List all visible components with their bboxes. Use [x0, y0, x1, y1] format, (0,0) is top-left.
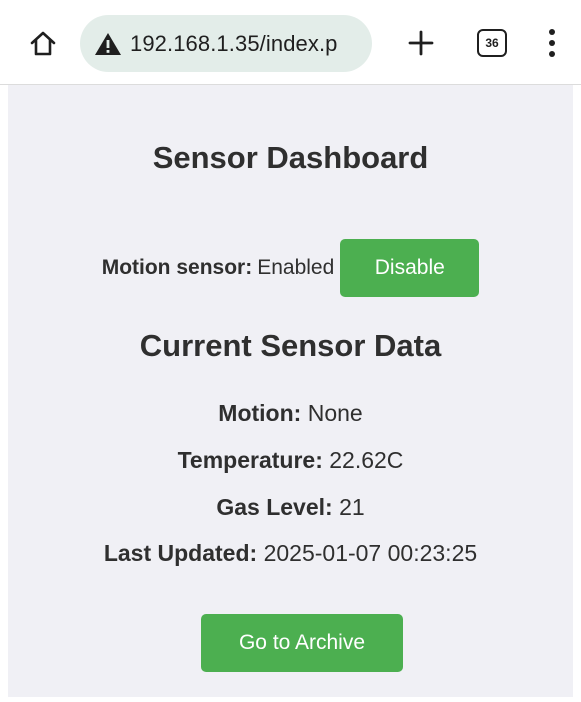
gas-level-value: 21 — [339, 494, 365, 520]
more-menu-button[interactable] — [540, 26, 564, 60]
motion-label: Motion: — [218, 400, 302, 426]
temperature-value: 22.62C — [329, 447, 404, 473]
new-tab-button[interactable] — [404, 26, 438, 60]
motion-sensor-status: Enabled — [257, 256, 335, 279]
current-data-heading: Current Sensor Data — [139, 328, 442, 363]
motion-value: None — [307, 400, 363, 426]
motion-line: Motion: None — [8, 400, 573, 427]
last-updated-label: Last Updated: — [103, 540, 258, 566]
gas-level-line: Gas Level: 21 — [8, 494, 573, 521]
home-icon — [30, 31, 56, 56]
tab-count: 36 — [485, 36, 499, 50]
warning-icon[interactable] — [94, 30, 122, 58]
page-title: Sensor Dashboard — [152, 140, 429, 175]
go-to-archive-button[interactable]: Go to Archive — [201, 614, 403, 672]
temperature-label: Temperature: — [177, 447, 323, 473]
gas-level-label: Gas Level: — [216, 494, 333, 520]
browser-toolbar: 192.168.1.35/index.p 36 — [0, 0, 581, 84]
last-updated-value: 2025-01-07 00:23:25 — [263, 540, 478, 566]
address-bar[interactable]: 192.168.1.35/index.p — [80, 15, 372, 72]
temperature-line: Temperature: 22.62C — [8, 447, 573, 474]
last-updated-line: Last Updated: 2025-01-07 00:23:25 — [8, 540, 573, 567]
new-tab-icon — [408, 30, 434, 56]
disable-button[interactable]: Disable — [340, 239, 480, 297]
motion-sensor-label: Motion sensor: — [101, 256, 253, 279]
tab-switcher-icon[interactable]: 36 — [477, 29, 507, 57]
more-menu-icon — [549, 29, 555, 57]
motion-sensor-row: Motion sensor: Enabled Disable — [8, 239, 573, 297]
page-content: Sensor Dashboard Motion sensor: Enabled … — [8, 85, 573, 697]
home-button[interactable] — [26, 26, 60, 60]
url-text: 192.168.1.35/index.p — [130, 30, 338, 56]
